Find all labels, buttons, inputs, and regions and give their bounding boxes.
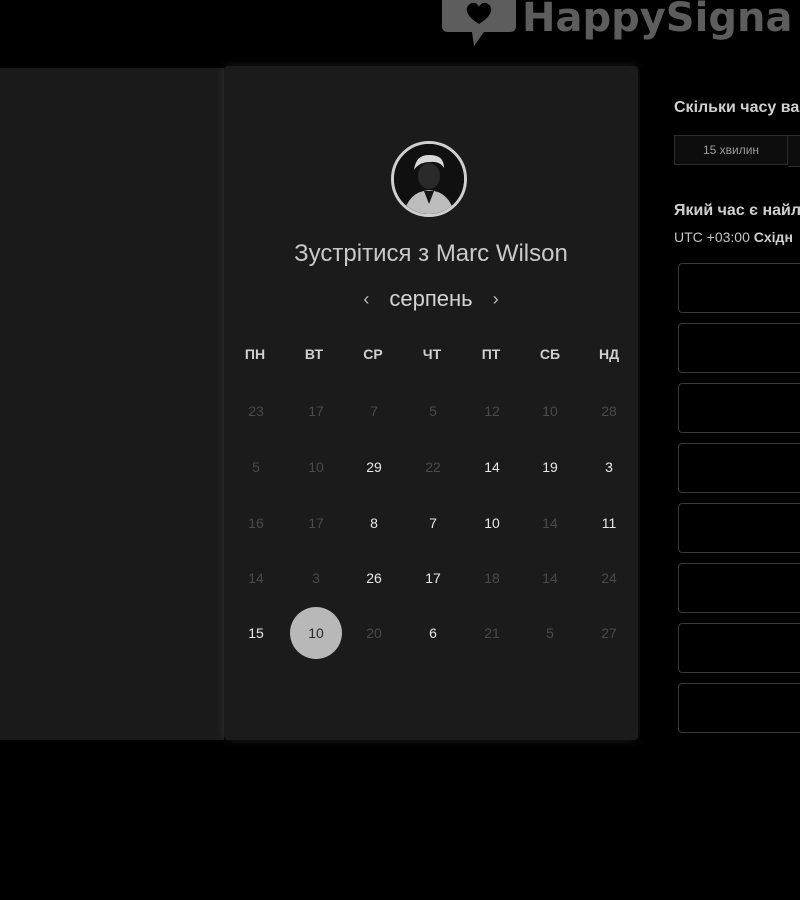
calendar-day: 24 — [601, 570, 617, 586]
calendar-day: 21 — [484, 625, 500, 641]
calendar-day: 14 — [542, 570, 558, 586]
calendar-day[interactable]: 6 — [407, 607, 459, 659]
calendar-day-grid: 23 17 7 5 12 10 28 5 10 29 22 14 19 3 16 17 8 7 10 14 11 14 3 2… — [224, 66, 638, 740]
calendar-day: 5 — [252, 459, 260, 475]
calendar-day[interactable]: 14 — [466, 441, 518, 493]
selected-day[interactable]: 10 — [290, 607, 342, 659]
time-slot-button[interactable] — [678, 263, 800, 313]
time-slot-button[interactable] — [678, 623, 800, 673]
calendar-day: 14 — [248, 570, 264, 586]
timezone-offset: UTC +03:00 — [674, 229, 750, 245]
duration-option-button[interactable] — [788, 135, 800, 167]
left-background-panel — [0, 68, 224, 740]
calendar-day[interactable]: 10 — [466, 497, 518, 549]
calendar-day[interactable]: 26 — [348, 552, 400, 604]
calendar-day: 10 — [308, 459, 324, 475]
timezone-label[interactable]: UTC +03:00 Східн — [674, 229, 793, 245]
time-slot-button[interactable] — [678, 443, 800, 493]
time-question: Який час є найл — [674, 202, 800, 219]
calendar-day: 16 — [248, 515, 264, 531]
time-slot-button[interactable] — [678, 683, 800, 733]
time-slot-button[interactable] — [678, 563, 800, 613]
calendar-day[interactable]: 29 — [348, 441, 400, 493]
duration-question: Скільки часу ва — [674, 99, 800, 116]
calendar-day: 27 — [601, 625, 617, 641]
timezone-name: Східн — [753, 229, 793, 245]
calendar-day: 22 — [425, 459, 441, 475]
calendar-day[interactable]: 3 — [583, 441, 635, 493]
calendar-day: 18 — [484, 570, 500, 586]
calendar-day: 23 — [248, 403, 264, 419]
time-slot-button[interactable] — [678, 383, 800, 433]
calendar-day[interactable]: 15 — [230, 607, 282, 659]
calendar-day: 12 — [484, 403, 500, 419]
chat-heart-logo-icon — [440, 0, 518, 50]
calendar-day: 10 — [542, 403, 558, 419]
duration-option-button[interactable]: 15 хвилин — [674, 135, 788, 165]
calendar-day: 3 — [312, 570, 320, 586]
calendar-day: 5 — [429, 403, 437, 419]
calendar-day: 14 — [542, 515, 558, 531]
calendar-day[interactable]: 17 — [407, 552, 459, 604]
brand-logo: HappySigna — [440, 0, 792, 50]
calendar-day: 5 — [546, 625, 554, 641]
time-selection-panel: Скільки часу ва 15 хвилин Який час є най… — [640, 68, 800, 740]
calendar-day[interactable]: 19 — [524, 441, 576, 493]
calendar-day[interactable]: 11 — [583, 497, 635, 549]
calendar-day: 7 — [370, 403, 378, 419]
time-slot-button[interactable] — [678, 323, 800, 373]
calendar-day[interactable]: 7 — [407, 497, 459, 549]
calendar-day: 17 — [308, 515, 324, 531]
calendar-card: Зустрітися з Marc Wilson ‹ серпень › ПН … — [224, 66, 638, 740]
calendar-day: 20 — [366, 625, 382, 641]
brand-name: HappySigna — [522, 0, 793, 41]
calendar-day: 17 — [308, 403, 324, 419]
calendar-day[interactable]: 8 — [348, 497, 400, 549]
time-slot-button[interactable] — [678, 503, 800, 553]
calendar-day: 28 — [601, 403, 617, 419]
